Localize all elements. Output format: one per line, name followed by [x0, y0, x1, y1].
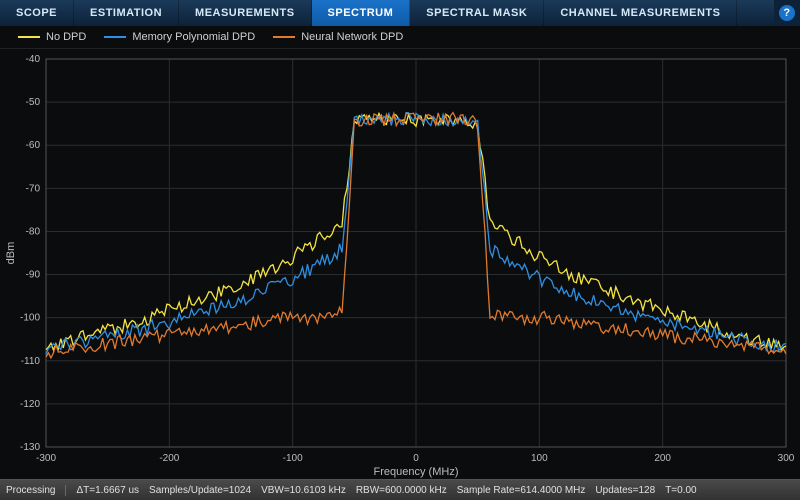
legend-swatch: [273, 36, 295, 38]
status-sample-rate: Sample Rate=614.4000 MHz: [457, 485, 586, 496]
plot-area[interactable]: -300 -200 -100 0 100 200 300 -130 -120 -110 -100 -9…: [0, 49, 800, 479]
svg-text:300: 300: [778, 453, 795, 464]
svg-text:200: 200: [654, 453, 671, 464]
svg-text:-100: -100: [20, 313, 40, 324]
spectrum-analyzer-window: SCOPE ESTIMATION MEASUREMENTS SPECTRUM S…: [0, 0, 800, 500]
legend-item-no-dpd[interactable]: No DPD: [18, 31, 86, 43]
legend-swatch: [104, 36, 126, 38]
svg-text:-130: -130: [20, 442, 40, 453]
tab-spacer: [737, 0, 774, 26]
svg-text:dBm: dBm: [5, 242, 17, 265]
status-updates: Updates=128: [595, 485, 655, 496]
svg-text:-90: -90: [26, 270, 41, 281]
svg-text:-40: -40: [26, 54, 41, 65]
svg-text:0: 0: [413, 453, 419, 464]
tab-bar: SCOPE ESTIMATION MEASUREMENTS SPECTRUM S…: [0, 0, 800, 26]
status-vbw: VBW=10.6103 kHz: [261, 485, 346, 496]
legend-swatch: [18, 36, 40, 38]
tab-spectrum[interactable]: SPECTRUM: [312, 0, 411, 26]
svg-text:-60: -60: [26, 140, 41, 151]
legend-bar: No DPD Memory Polynomial DPD Neural Netw…: [0, 26, 800, 49]
help-icon: ?: [779, 5, 795, 21]
legend-label: No DPD: [46, 31, 86, 43]
svg-text:-50: -50: [26, 97, 41, 108]
legend-item-memory-polynomial-dpd[interactable]: Memory Polynomial DPD: [104, 31, 255, 43]
status-time: T=0.00: [665, 485, 696, 496]
status-samples: Samples/Update=1024: [149, 485, 251, 496]
legend-item-neural-network-dpd[interactable]: Neural Network DPD: [273, 31, 403, 43]
tab-estimation[interactable]: ESTIMATION: [74, 0, 179, 26]
svg-text:-100: -100: [283, 453, 303, 464]
svg-text:Frequency (MHz): Frequency (MHz): [374, 466, 459, 478]
svg-text:100: 100: [531, 453, 548, 464]
svg-text:-70: -70: [26, 183, 41, 194]
status-bar: Processing ΔT=1.6667 us Samples/Update=1…: [0, 479, 800, 500]
tab-spectral-mask[interactable]: SPECTRAL MASK: [410, 0, 544, 26]
svg-text:-110: -110: [21, 356, 41, 367]
svg-text:-300: -300: [36, 453, 56, 464]
tab-scope[interactable]: SCOPE: [0, 0, 74, 26]
status-rbw: RBW=600.0000 kHz: [356, 485, 447, 496]
legend-label: Neural Network DPD: [301, 31, 403, 43]
svg-text:-120: -120: [20, 399, 40, 410]
tab-measurements[interactable]: MEASUREMENTS: [179, 0, 312, 26]
svg-text:-80: -80: [26, 226, 41, 237]
help-button[interactable]: ?: [774, 0, 800, 26]
status-state: Processing: [6, 485, 66, 496]
spectrum-plot: -300 -200 -100 0 100 200 300 -130 -120 -110 -100 -9…: [0, 49, 800, 481]
tab-channel-measurements[interactable]: CHANNEL MEASUREMENTS: [544, 0, 737, 26]
status-dt: ΔT=1.6667 us: [76, 485, 139, 496]
legend-label: Memory Polynomial DPD: [132, 31, 255, 43]
svg-text:-200: -200: [159, 453, 179, 464]
